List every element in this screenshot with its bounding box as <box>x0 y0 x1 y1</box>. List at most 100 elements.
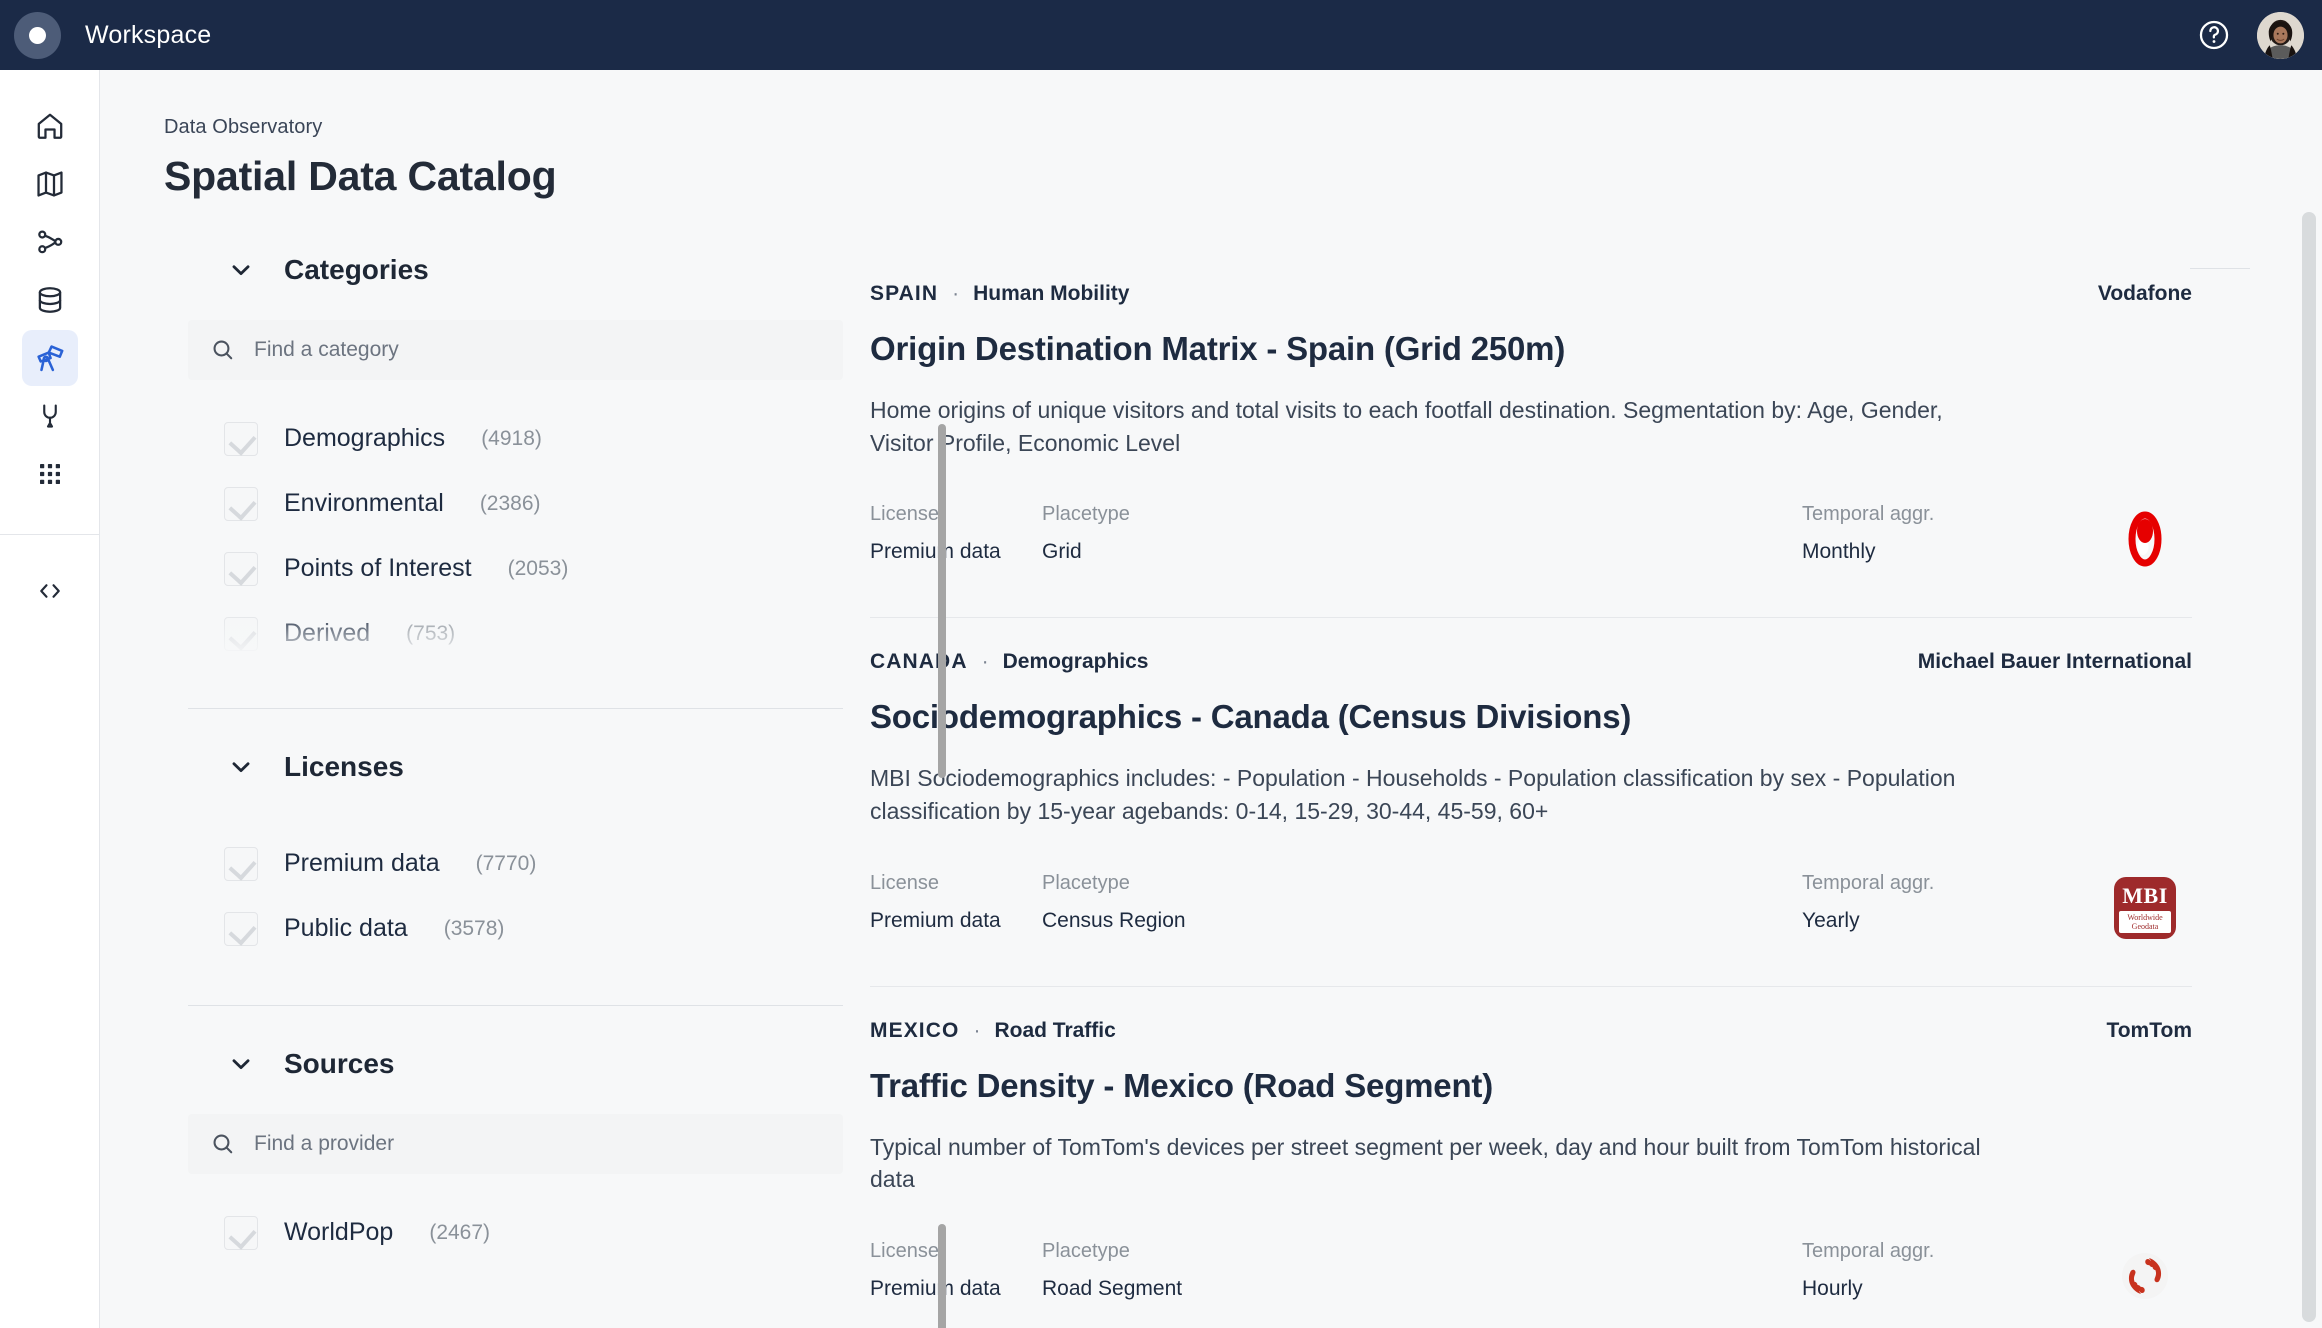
dataset-country: CANADA <box>870 650 968 674</box>
provider-search-input[interactable] <box>254 1132 821 1156</box>
dataset-card[interactable]: SPAIN · Human Mobility Vodafone Origin D… <box>870 248 2192 619</box>
attribute-placetype: Placetype Census Region <box>1042 872 1802 933</box>
chevron-down-icon <box>232 1059 250 1070</box>
facet-categories: Categories Demographics (4918) <box>188 248 946 778</box>
sidebar-item-apps[interactable] <box>22 446 78 502</box>
facet-licenses: Licenses Premium data (7770) Public data… <box>188 745 860 1006</box>
meta-separator: · <box>981 650 989 674</box>
grid-apps-icon <box>39 464 60 484</box>
sidebar-item-home[interactable] <box>22 98 78 154</box>
workflow-nodes-icon <box>37 230 62 254</box>
dataset-category: Road Traffic <box>994 1018 1116 1042</box>
mbi-logo-tagline-line1: Worldwide <box>2127 912 2163 922</box>
category-list-scrollbar[interactable] <box>938 424 946 778</box>
provider-logo-slot <box>2098 1240 2192 1312</box>
category-search-input[interactable] <box>254 338 821 362</box>
app-root: Workspace Data Observatory Spatial Data … <box>0 0 2322 1328</box>
provider-search-box[interactable] <box>188 1114 843 1174</box>
checkbox[interactable] <box>224 551 258 586</box>
facet-sources-header[interactable]: Sources <box>188 1042 860 1086</box>
dataset-title[interactable]: Traffic Density - Mexico (Road Segment) <box>870 1067 2192 1105</box>
page-header: Data Observatory Spatial Data Catalog <box>100 70 2322 200</box>
list-item-label: Points of Interest <box>284 554 472 582</box>
checkbox[interactable] <box>224 911 258 946</box>
attribute-label: License <box>870 503 939 526</box>
facet-categories-header[interactable]: Categories <box>188 248 860 292</box>
sidebar-item-connections[interactable] <box>22 388 78 444</box>
attribute-placetype: Placetype Road Segment <box>1042 1240 1802 1301</box>
code-brackets-icon <box>39 584 60 598</box>
provider-logo-slot: MBI Worldwide Geodata <box>2098 872 2192 944</box>
category-options-list[interactable]: Demographics (4918) Environmental (2386)… <box>188 406 860 674</box>
sidebar-item-data-observatory[interactable] <box>21 330 78 386</box>
attribute-value: Hourly <box>1802 1276 1863 1300</box>
dataset-meta: CANADA · Demographics Michael Bauer Inte… <box>870 650 2192 674</box>
workspace-title: Workspace <box>85 20 212 49</box>
sidebar-item-maps[interactable] <box>22 156 78 212</box>
attribute-value: Monthly <box>1802 540 1876 564</box>
results-list: SPAIN · Human Mobility Vodafone Origin D… <box>860 248 2322 1328</box>
facet-divider <box>188 708 843 709</box>
user-avatar[interactable] <box>2257 11 2304 59</box>
list-item[interactable]: Demographics (4918) <box>188 406 860 471</box>
breadcrumb: Data Observatory <box>164 116 323 138</box>
sidebar-item-workflows[interactable] <box>22 214 78 270</box>
help-circle-icon[interactable] <box>2197 18 2231 52</box>
list-item-label: Public data <box>284 914 408 942</box>
dataset-attributes: License Premium data Placetype Grid Temp… <box>870 503 2192 575</box>
attribute-value: Premium data <box>870 540 1001 564</box>
facet-divider <box>188 1005 843 1006</box>
source-list-scrollbar[interactable] <box>938 1224 946 1328</box>
dataset-title[interactable]: Sociodemographics - Canada (Census Divis… <box>870 698 2192 736</box>
dataset-title[interactable]: Origin Destination Matrix - Spain (Grid … <box>870 330 2192 368</box>
list-item-label: WorldPop <box>284 1218 394 1246</box>
mbi-logo-tagline: Worldwide Geodata <box>2119 910 2171 934</box>
sidebar-item-data[interactable] <box>22 272 78 328</box>
facet-licenses-header[interactable]: Licenses <box>188 745 860 789</box>
list-item[interactable]: Premium data (7770) <box>188 831 860 896</box>
checkbox[interactable] <box>224 486 258 521</box>
dataset-card[interactable]: MEXICO · Road Traffic TomTom Traffic Den… <box>870 987 2192 1328</box>
dataset-attributes: License Premium data Placetype Census Re… <box>870 872 2192 944</box>
attribute-label: Placetype <box>1042 871 1130 894</box>
attribute-placetype: Placetype Grid <box>1042 503 1802 564</box>
attribute-label: License <box>870 871 939 894</box>
dataset-card[interactable]: CANADA · Demographics Michael Bauer Inte… <box>870 618 2192 987</box>
attribute-label: License <box>870 1239 939 1262</box>
checkbox[interactable] <box>224 421 258 456</box>
list-item[interactable]: Environmental (2386) <box>188 471 860 536</box>
left-nav-rail <box>0 70 100 1328</box>
list-item[interactable]: WorldPop (2467) <box>188 1200 860 1265</box>
attribute-value: Premium data <box>870 1276 1001 1300</box>
filters-panel: Categories Demographics (4918) <box>100 248 946 1328</box>
rail-divider <box>0 534 100 535</box>
attribute-value: Census Region <box>1042 908 1186 932</box>
list-item[interactable]: Geography (669) <box>188 666 860 674</box>
source-options-list[interactable]: WorldPop (2467) <box>188 1200 860 1265</box>
list-item[interactable]: Points of Interest (2053) <box>188 536 860 601</box>
brand-logo-dot <box>29 26 46 44</box>
search-icon <box>213 1134 233 1154</box>
list-item[interactable]: Public data (3578) <box>188 896 860 961</box>
mbi-logo-tagline-line2: Geodata <box>2131 922 2159 932</box>
category-search-box[interactable] <box>188 320 843 380</box>
mbi-logo: MBI Worldwide Geodata <box>2114 876 2176 939</box>
checkbox[interactable] <box>224 1215 258 1250</box>
list-item[interactable]: Derived (753) <box>188 601 860 666</box>
sidebar-item-developers[interactable] <box>22 563 78 619</box>
page-scrollbar[interactable] <box>2302 212 2316 1322</box>
list-item-label: Premium data <box>284 849 440 877</box>
list-item-count: (2386) <box>479 491 541 515</box>
license-options-list: Premium data (7770) Public data (3578) <box>188 831 860 961</box>
list-item-count: (3578) <box>443 916 505 940</box>
map-icon <box>36 171 63 197</box>
attribute-license: License Premium data <box>870 872 1042 933</box>
attribute-label: Placetype <box>1042 1239 1130 1262</box>
checkbox[interactable] <box>224 616 258 651</box>
telescope-icon <box>36 345 63 372</box>
tomtom-logo <box>2122 1252 2168 1299</box>
brand-logo[interactable] <box>14 11 61 59</box>
list-item-count: (753) <box>406 621 456 645</box>
attribute-label: Temporal aggr. <box>1802 1239 1935 1262</box>
checkbox[interactable] <box>224 846 258 881</box>
